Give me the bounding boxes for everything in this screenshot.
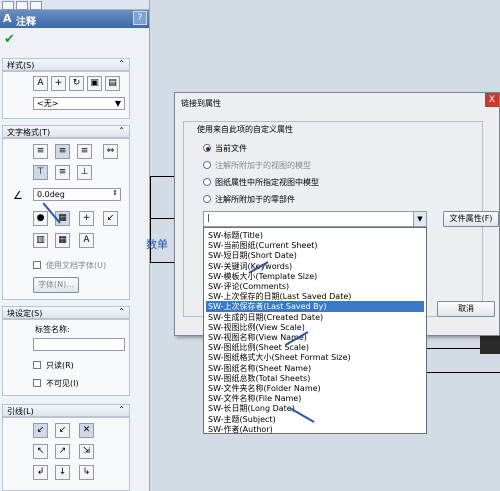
ok-check-icon[interactable]: ✔ xyxy=(4,32,15,47)
leader-left-icon[interactable]: ↖ xyxy=(33,444,48,459)
text-format-section-body: ≡ ≡ ≡ ⇔ ⊤ ≡ ⊥ ∠ 0.0deg ⇕ ● ▦ + ↙ ▥ ▦ A 使… xyxy=(2,138,130,300)
property-combo[interactable]: | ▼ xyxy=(203,211,427,227)
collapse-icon[interactable]: ⌃ xyxy=(118,59,125,68)
collapse-icon[interactable]: ⌃ xyxy=(118,405,125,414)
add-symbol-icon[interactable]: + xyxy=(79,211,94,226)
use-doc-font-checkbox[interactable] xyxy=(33,261,41,269)
align-top-icon[interactable]: ⊤ xyxy=(33,165,48,180)
tag-name-label: 标签名称: xyxy=(35,325,70,334)
style-dropdown-value: <无> xyxy=(37,99,59,108)
attach-center-icon[interactable]: ↓ xyxy=(55,465,70,480)
style-save-icon[interactable]: ▣ xyxy=(87,76,102,91)
style-section-title: 样式(S) xyxy=(7,61,35,70)
style-section-header[interactable]: 样式(S) ⌃ xyxy=(2,58,130,71)
property-tab[interactable] xyxy=(16,1,28,10)
block-section-title: 块设定(S) xyxy=(7,309,43,318)
use-doc-font-label: 使用文档字体(U) xyxy=(46,261,107,270)
style-load-icon[interactable]: ▤ xyxy=(105,76,120,91)
invisible-label: 不可见(I) xyxy=(46,379,79,388)
invisible-checkbox[interactable] xyxy=(33,379,41,387)
spinner-icon[interactable]: ⇕ xyxy=(112,188,118,199)
attach-left-icon[interactable]: ↲ xyxy=(33,465,48,480)
collapse-icon[interactable]: ⌃ xyxy=(118,126,125,135)
collapse-icon[interactable]: ⌃ xyxy=(118,307,125,316)
radio-current-file[interactable] xyxy=(203,144,211,152)
chevron-down-icon[interactable]: ▼ xyxy=(413,212,426,226)
font-button[interactable]: 字体(N)... xyxy=(33,277,79,293)
title-block-fragment xyxy=(480,336,500,354)
style-add-icon[interactable]: + xyxy=(51,76,66,91)
text-format-section-header[interactable]: 文字格式(T) ⌃ xyxy=(2,125,130,138)
stack-note-icon[interactable]: ▥ xyxy=(33,233,48,248)
block-section-body: 标签名称: 只读(R) 不可见(I) xyxy=(2,319,130,396)
panel-tabs xyxy=(0,0,149,10)
read-only-checkbox[interactable] xyxy=(33,361,41,369)
help-button[interactable]: ? xyxy=(133,11,147,25)
format-paint-icon[interactable]: A xyxy=(79,233,94,248)
leader-section-header[interactable]: 引线(L) ⌃ xyxy=(2,404,130,417)
leader-section-title: 引线(L) xyxy=(7,407,34,416)
angle-value: 0.0deg xyxy=(37,190,65,199)
radio-component[interactable] xyxy=(203,195,211,203)
radio-view-model-label: 注解所附加于的视图的模型 xyxy=(215,161,311,170)
lock-edit-icon[interactable]: ↙ xyxy=(103,211,118,226)
note-fragment-text: 数单 xyxy=(146,238,168,251)
align-left-icon[interactable]: ≡ xyxy=(33,144,48,159)
panel-title: 注释 xyxy=(16,17,36,28)
cancel-button[interactable]: 取消 xyxy=(437,301,495,317)
dialog-title: 链接到属性 xyxy=(181,99,221,108)
radio-view-model[interactable] xyxy=(203,161,211,169)
radio-current-file-label: 当前文件 xyxy=(215,144,247,153)
radio-sheet-model[interactable] xyxy=(203,178,211,186)
tag-name-input[interactable] xyxy=(33,338,125,351)
read-only-label: 只读(R) xyxy=(46,361,74,370)
file-properties-button[interactable]: 文件属性(F) xyxy=(443,211,499,227)
text-format-section-title: 文字格式(T) xyxy=(7,128,51,137)
property-combo-value: | xyxy=(207,213,210,222)
style-apply-icon[interactable]: A xyxy=(33,76,48,91)
block-section-header[interactable]: 块设定(S) ⌃ xyxy=(2,306,130,319)
align-right-icon[interactable]: ≡ xyxy=(77,144,92,159)
feature-tree-tab[interactable] xyxy=(2,1,14,10)
leader-straight-icon[interactable]: ↙ xyxy=(33,423,48,438)
drawing-line xyxy=(425,372,500,373)
insert-hyperlink-icon[interactable]: ● xyxy=(33,211,48,226)
no-leader-icon[interactable]: ✕ xyxy=(79,423,94,438)
config-tab[interactable] xyxy=(30,1,42,10)
radio-sheet-model-label: 图纸属性中所指定视图中模型 xyxy=(215,178,319,187)
leader-section-body: ↙ ↙ ✕ ↖ ↗ ⇲ ↲ ↓ ↳ xyxy=(2,417,130,491)
attach-right-icon[interactable]: ↳ xyxy=(79,465,94,480)
table-icon[interactable]: ▦ xyxy=(55,233,70,248)
leader-bent-icon[interactable]: ↙ xyxy=(55,423,70,438)
angle-input[interactable]: 0.0deg ⇕ xyxy=(33,188,121,201)
style-update-icon[interactable]: ↻ xyxy=(69,76,84,91)
align-middle-icon[interactable]: ≡ xyxy=(55,165,70,180)
radio-component-label: 注解所附加于的零部件 xyxy=(215,195,295,204)
leader-right-icon[interactable]: ↗ xyxy=(55,444,70,459)
chevron-down-icon: ▼ xyxy=(114,99,121,108)
justify-icon[interactable]: ⇔ xyxy=(103,144,118,159)
angle-icon: ∠ xyxy=(13,189,23,202)
property-manager: A 注释 ? ✔ 样式(S) ⌃ A + ↻ ▣ ▤ <无> ▼ 文字格式(T)… xyxy=(0,0,150,491)
panel-titlebar: A 注释 ? xyxy=(0,10,149,28)
style-section-body: A + ↻ ▣ ▤ <无> ▼ xyxy=(2,71,130,119)
source-group-label: 使用来自此项的自定义属性 xyxy=(197,124,293,135)
align-center-icon[interactable]: ≡ xyxy=(55,144,70,159)
align-bottom-icon[interactable]: ⊥ xyxy=(77,165,92,180)
leader-nearest-icon[interactable]: ⇲ xyxy=(79,444,94,459)
annotation-icon: A xyxy=(3,12,12,25)
style-dropdown[interactable]: <无> ▼ xyxy=(33,97,125,110)
property-dropdown-list[interactable]: SW-标题(Title) SW-当前图纸(Current Sheet) SW-短日期… xyxy=(203,227,427,434)
property-list-item[interactable]: SW-作者(Author) xyxy=(206,424,424,435)
close-button[interactable]: X xyxy=(485,93,499,107)
